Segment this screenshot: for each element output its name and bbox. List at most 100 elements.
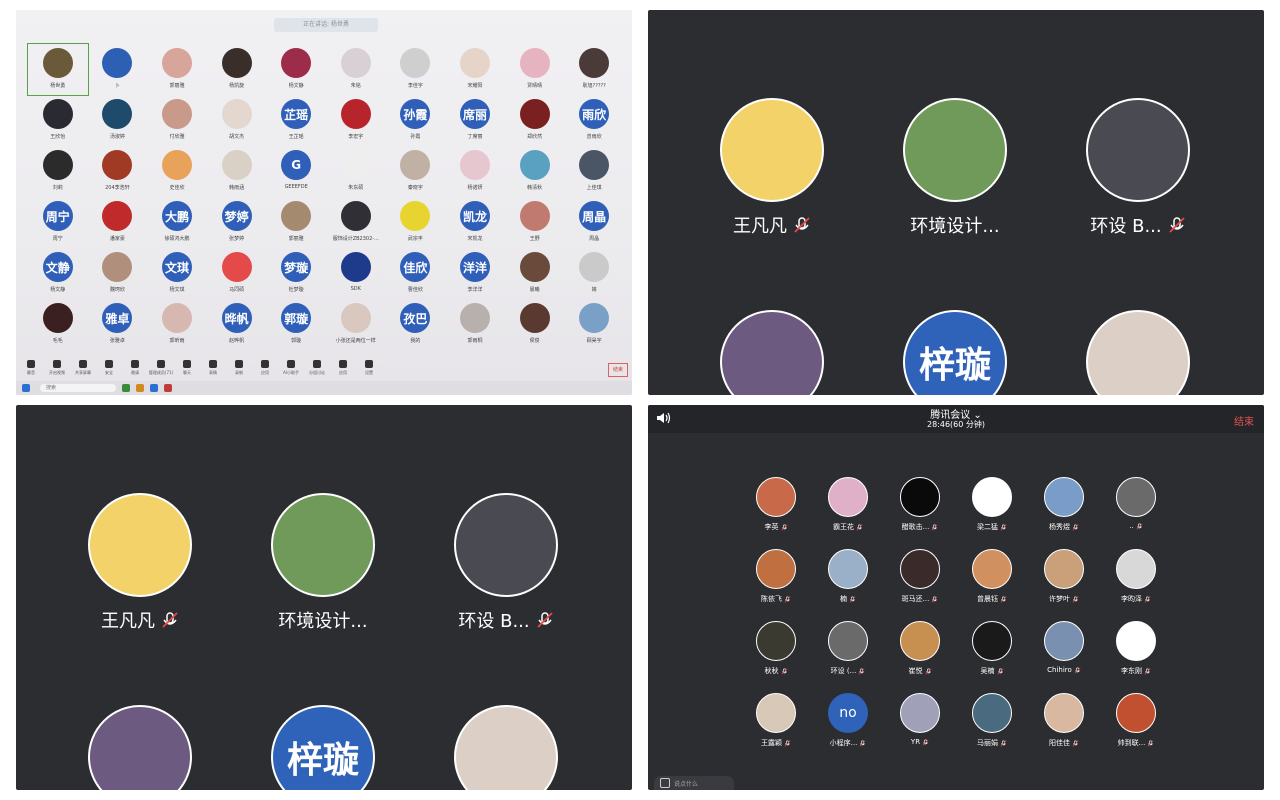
participant-tile[interactable]: 204李浩轩	[88, 146, 148, 197]
participant-tile[interactable]: 贾晴晴	[505, 44, 565, 95]
participant-tile[interactable]: 文静 杨文静	[28, 248, 88, 299]
toolbar-button[interactable]: 聊天	[176, 360, 198, 376]
participant-avatar[interactable]	[88, 493, 192, 597]
toolbar-button[interactable]: 开启视频	[46, 360, 68, 376]
toolbar-button[interactable]: AI小助手	[280, 360, 302, 376]
end-meeting-button[interactable]: 结束	[608, 363, 628, 377]
participant-tile[interactable]: 郭璇 郭璇	[266, 299, 326, 350]
participant-tile[interactable]: 环设 (...	[812, 621, 884, 693]
participant-tile[interactable]: 雅卓 张雅卓	[88, 299, 148, 350]
participant-tile[interactable]: 李东刚	[1100, 621, 1172, 693]
participant-tile[interactable]: 杨秀煜	[1028, 477, 1100, 549]
app-icon[interactable]	[136, 384, 144, 392]
participant-tile[interactable]: ..	[1100, 477, 1172, 549]
participant-tile[interactable]: 吴楠	[956, 621, 1028, 693]
participant-tile[interactable]: Chihiro	[1028, 621, 1100, 693]
participant-tile[interactable]: 郭丽雅	[147, 44, 207, 95]
participant-tile[interactable]: 汤淑婷	[88, 95, 148, 146]
participant-tile[interactable]: 晨曦	[505, 248, 565, 299]
participant-tile[interactable]: 侯俊	[505, 299, 565, 350]
participant-tile[interactable]: 阳佳佳	[1028, 693, 1100, 765]
participant-tile[interactable]: 许梦叶	[1028, 549, 1100, 621]
participant-tile[interactable]: 凯龙 宋凯龙	[445, 197, 505, 248]
toolbar-button[interactable]: 表情	[202, 360, 224, 376]
app-icon[interactable]	[164, 384, 172, 392]
participant-tile[interactable]: 杨凯旋	[207, 44, 267, 95]
participant-tile[interactable]: 孙霞 孙霞	[386, 95, 446, 146]
participant-tile[interactable]: 李英	[740, 477, 812, 549]
participant-avatar[interactable]	[1086, 98, 1190, 202]
participant-tile[interactable]: 文琪 杨文琪	[147, 248, 207, 299]
participant-avatar[interactable]	[88, 705, 192, 790]
app-icon[interactable]	[122, 384, 130, 392]
participant-avatar[interactable]	[903, 98, 1007, 202]
participant-tile[interactable]: 醋歌击...	[884, 477, 956, 549]
toolbar-button[interactable]: 应用	[254, 360, 276, 376]
participant-avatar[interactable]	[454, 493, 558, 597]
participant-tile[interactable]: 上佳琪	[564, 146, 624, 197]
participant-tile[interactable]: 宋耀阳	[445, 44, 505, 95]
participant-tile[interactable]: 秋秋	[740, 621, 812, 693]
participant-tile[interactable]: no 小程序...	[812, 693, 884, 765]
participant-tile[interactable]: 秦晓宇	[386, 146, 446, 197]
participant-tile[interactable]: 郭雨桐	[445, 299, 505, 350]
participant-tile[interactable]: 史佳欣	[147, 146, 207, 197]
participant-avatar[interactable]	[720, 98, 824, 202]
participant-tile[interactable]: 芷瑶 王芷瑶	[266, 95, 326, 146]
taskbar-search[interactable]: 搜索	[40, 384, 116, 392]
participant-tile[interactable]: 周晶 周晶	[564, 197, 624, 248]
participant-tile[interactable]: 婧	[564, 248, 624, 299]
participant-tile[interactable]: 李佳宇	[386, 44, 446, 95]
participant-tile[interactable]: 李昀泽	[1100, 549, 1172, 621]
toolbar-button[interactable]: 静音	[20, 360, 42, 376]
toolbar-button[interactable]: 共享屏幕	[72, 360, 94, 376]
participant-tile[interactable]: 付欣雅	[147, 95, 207, 146]
participant-tile[interactable]: 雨欣 曾雨欣	[564, 95, 624, 146]
participant-avatar[interactable]	[1086, 310, 1190, 395]
participant-tile[interactable]: 服饰设计ZB2302-...	[326, 197, 386, 248]
participant-tile[interactable]: 朱东硕	[326, 146, 386, 197]
toolbar-button[interactable]: 邀请	[124, 360, 146, 376]
participant-avatar[interactable]	[271, 493, 375, 597]
participant-tile[interactable]: 武宗丰	[386, 197, 446, 248]
participant-tile[interactable]: 朱铭	[326, 44, 386, 95]
participant-avatar[interactable]: 梓璇	[903, 310, 1007, 395]
app-icon[interactable]	[150, 384, 158, 392]
participant-tile[interactable]: 小张还是两位一样	[326, 299, 386, 350]
participant-tile[interactable]: 孜巴 我的	[386, 299, 446, 350]
participant-tile[interactable]: 梦璇 杜梦璇	[266, 248, 326, 299]
participant-tile[interactable]: 周宁 周宁	[28, 197, 88, 248]
participant-tile[interactable]: 郭昕雨	[147, 299, 207, 350]
toolbar-button[interactable]: 管理成员(71)	[149, 360, 173, 376]
participant-tile[interactable]: 王欣怡	[28, 95, 88, 146]
participant-tile[interactable]: 刘莉	[28, 146, 88, 197]
participant-tile[interactable]: 帅到联...	[1100, 693, 1172, 765]
toolbar-button[interactable]: 分组讨论	[306, 360, 328, 376]
participant-tile[interactable]: 楠	[812, 549, 884, 621]
participant-avatar[interactable]	[454, 705, 558, 790]
chat-input[interactable]: 说点什么	[654, 776, 734, 790]
toolbar-button[interactable]: 安全	[98, 360, 120, 376]
participant-tile[interactable]: 崔悦	[884, 621, 956, 693]
participant-tile[interactable]: 杨世勇	[27, 43, 89, 96]
toolbar-button[interactable]: 录制	[228, 360, 250, 376]
participant-tile[interactable]: 马丽娟	[956, 693, 1028, 765]
participant-tile[interactable]: 杨诺妍	[445, 146, 505, 197]
participant-tile[interactable]: SDK	[326, 248, 386, 299]
participant-tile[interactable]: 郭丽雅	[266, 197, 326, 248]
participant-tile[interactable]: 梁二猛	[956, 477, 1028, 549]
participant-tile[interactable]: 霸王花	[812, 477, 884, 549]
participant-tile[interactable]: 耿旭?????	[564, 44, 624, 95]
participant-tile[interactable]: 梦婷 张梦婷	[207, 197, 267, 248]
participant-tile[interactable]: G GEEEFDE	[266, 146, 326, 197]
participant-tile[interactable]: 魏珂欣	[88, 248, 148, 299]
participant-tile[interactable]: 顾昊宇	[564, 299, 624, 350]
participant-tile[interactable]: 李宏宇	[326, 95, 386, 146]
windows-start-icon[interactable]	[22, 384, 30, 392]
participant-tile[interactable]: 曾晨钰	[956, 549, 1028, 621]
participant-tile[interactable]: 潘家豪	[88, 197, 148, 248]
participant-tile[interactable]: 韩雨涵	[207, 146, 267, 197]
participant-tile[interactable]: 洋洋 李洋洋	[445, 248, 505, 299]
participant-avatar[interactable]	[720, 310, 824, 395]
participant-tile[interactable]: 席丽 丁席丽	[445, 95, 505, 146]
